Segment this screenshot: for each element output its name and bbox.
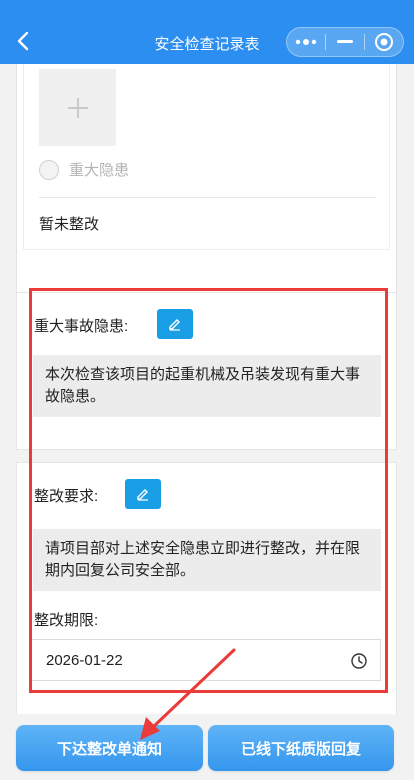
divider (39, 197, 376, 198)
target-icon (375, 33, 393, 51)
pencil-icon (169, 319, 180, 331)
hazard-text: 本次检查该项目的起重机械及吊装发现有重大事故隐患。 (33, 355, 381, 417)
rectification-status: 暂未整改 (39, 216, 100, 233)
issue-rectification-notice-button[interactable]: 下达整改单通知 (16, 725, 203, 771)
checkbox-label: 重大隐患 (69, 162, 130, 179)
mini-program-capsule (286, 27, 404, 57)
offline-paper-reply-button[interactable]: 已线下纸质版回复 (208, 725, 394, 771)
edit-hazard-button[interactable] (157, 309, 193, 339)
action-bar: 下达整改单通知 已线下纸质版回复 (0, 714, 414, 780)
app-header: 安全检查记录表 (0, 0, 414, 64)
edit-requirement-button[interactable] (125, 479, 161, 509)
deadline-value: 2026-01-22 (46, 652, 123, 669)
deadline-label: 整改期限: (34, 612, 99, 629)
hazard-card: 重大事故隐患: 本次检查该项目的起重机械及吊装发现有重大事故隐患。 (16, 292, 397, 450)
close-miniprogram-button[interactable] (365, 28, 403, 56)
deadline-date-picker[interactable]: 2026-01-22 (31, 639, 381, 681)
rectify-card: 整改要求: 请项目部对上述安全隐患立即进行整改，并在限期内回复公司安全部。 整改… (16, 462, 397, 714)
requirement-label: 整改要求: (34, 488, 99, 505)
photo-upload-button[interactable] (39, 69, 116, 146)
plus-icon (67, 97, 88, 118)
minimize-icon (337, 40, 353, 43)
hazard-label: 重大事故隐患: (34, 318, 129, 335)
pencil-icon (137, 489, 148, 501)
requirement-text: 请项目部对上述安全隐患立即进行整改，并在限期内回复公司安全部。 (33, 529, 381, 591)
major-hazard-checkbox[interactable]: 重大隐患 (39, 159, 129, 180)
minimize-button[interactable] (326, 28, 364, 56)
clock-icon (351, 653, 367, 669)
more-dots-icon (295, 39, 317, 45)
checkbox-circle[interactable] (39, 159, 59, 180)
scroll-content[interactable]: 重大隐患 暂未整改 重大事故隐患: 本次检查该项目的起重机械及吊装发现有重大事故… (0, 64, 414, 714)
more-button[interactable] (287, 28, 325, 56)
